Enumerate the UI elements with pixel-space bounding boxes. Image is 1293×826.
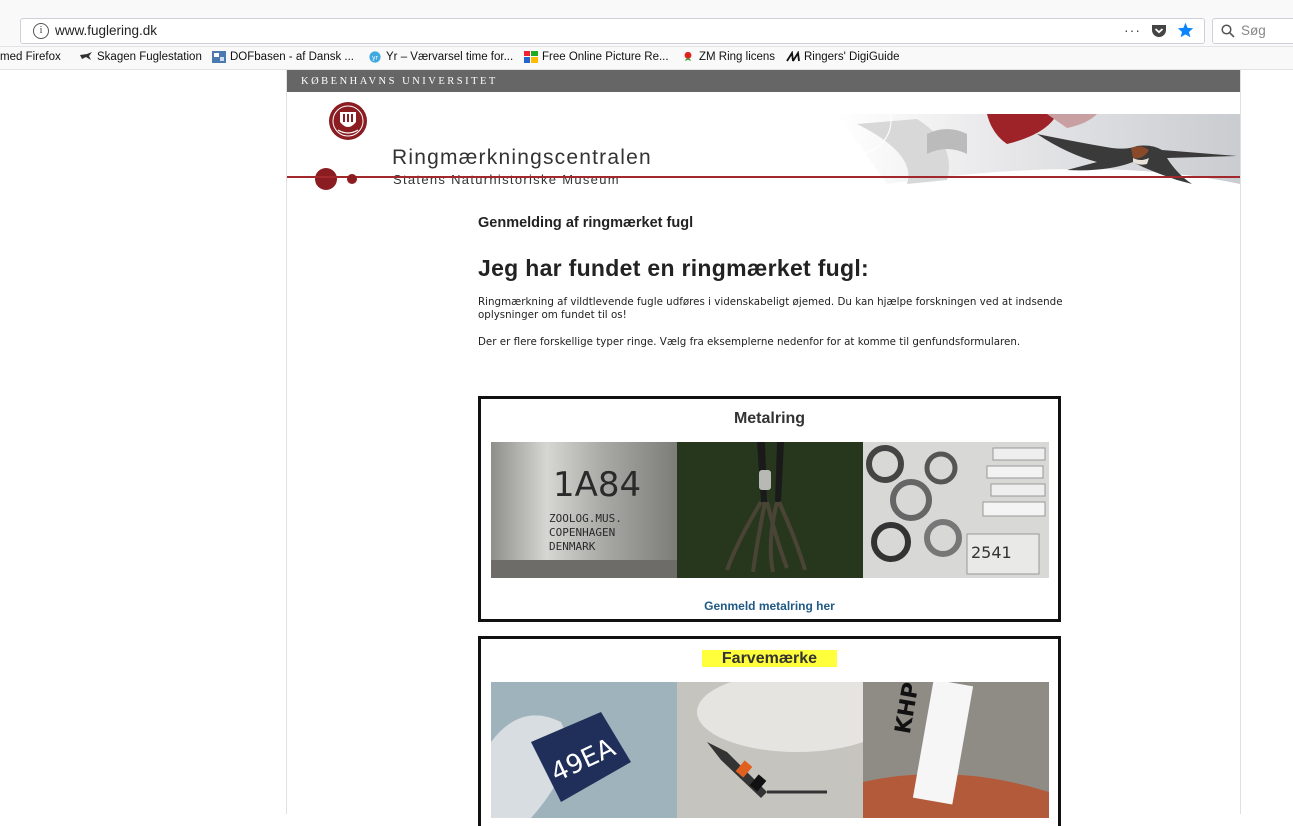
address-bar[interactable]: i www.fuglering.dk ···	[20, 18, 1205, 44]
leg-flag-photo[interactable]: KHP	[863, 682, 1049, 818]
main-content: Genmelding af ringmærket fugl Jeg har fu…	[478, 215, 1068, 349]
bird-icon	[80, 52, 92, 60]
bookmark-item-dofbasen[interactable]: DOFbasen - af Dansk ...	[212, 51, 354, 63]
search-placeholder[interactable]: Søg	[1241, 23, 1266, 38]
neck-collar-photo[interactable]: 49EA	[491, 682, 677, 818]
site-subtitle: Statens Naturhistoriske Museum	[393, 172, 620, 187]
instruction-paragraph: Der er flere forskellige typer ringe. Væ…	[478, 336, 1021, 348]
bookmark-item-picture[interactable]: Free Online Picture Re...	[524, 51, 669, 63]
ring-text-line: DENMARK	[549, 540, 596, 553]
decorative-dot	[315, 168, 337, 190]
ring-text-line: COPENHAGEN	[549, 526, 615, 539]
bookmark-label[interactable]: DOFbasen - af Dansk ...	[230, 51, 354, 63]
bookmark-label[interactable]: ZM Ring licens	[699, 51, 775, 63]
bookmark-label[interactable]: Ringers' DigiGuide	[804, 51, 900, 63]
page-title: Jeg har fundet en ringmærket fugl:	[478, 255, 870, 281]
url-text[interactable]: www.fuglering.dk	[55, 23, 157, 38]
bookmark-star-icon[interactable]	[1177, 22, 1194, 38]
ring-text-line: ZOOLOG.MUS.	[549, 512, 622, 525]
svg-text:yr: yr	[372, 55, 379, 62]
card-title-text: Metalring	[733, 410, 806, 427]
search-box[interactable]: Søg	[1212, 18, 1293, 44]
bookmark-item-firefox[interactable]: med Firefox	[0, 51, 61, 63]
url-actions: ···	[1124, 22, 1194, 38]
bookmark-label[interactable]: med Firefox	[0, 51, 61, 63]
card-title-text: Farvemærke	[701, 650, 838, 667]
search-icon	[1221, 24, 1235, 43]
report-metal-ring-link[interactable]: Genmeld metalring her	[481, 599, 1058, 613]
bookmark-item-digiguide[interactable]: Ringers' DigiGuide	[786, 51, 900, 63]
metal-ring-closeup-photo[interactable]: 1A84 ZOOLOG.MUS. COPENHAGEN DENMARK	[491, 442, 677, 578]
header-divider	[287, 176, 1240, 178]
bookmarks-toolbar: med Firefox Skagen Fuglestation DOFbasen…	[0, 47, 1293, 70]
page-kicker: Genmelding af ringmærket fugl	[478, 215, 694, 231]
card-title: Metalring	[481, 410, 1058, 428]
site-title[interactable]: Ringmærkningscentralen	[392, 146, 652, 170]
bird-leg-ring-photo[interactable]	[677, 442, 863, 578]
tag-number: 2541	[971, 543, 1012, 562]
web-page: KØBENHAVNS UNIVERSITET Ringmærkningscent…	[286, 70, 1241, 826]
pin-icon	[684, 51, 692, 61]
more-icon[interactable]: ···	[1124, 22, 1141, 38]
ring-number: 1A84	[553, 465, 641, 505]
bookmark-item-skagen[interactable]: Skagen Fuglestation	[79, 51, 202, 63]
university-band: KØBENHAVNS UNIVERSITET	[287, 70, 1240, 92]
color-ring-leg-photo[interactable]	[677, 682, 863, 818]
site-header: Ringmærkningscentralen Statens Naturhist…	[287, 92, 1240, 190]
pocket-icon[interactable]	[1151, 23, 1167, 38]
bookmark-item-yr[interactable]: yr Yr – Værvarsel time for...	[368, 51, 513, 63]
color-mark-card[interactable]: Farvemærke 49EA KHP	[478, 636, 1061, 826]
bookmark-label[interactable]: Skagen Fuglestation	[97, 51, 202, 63]
university-seal-logo[interactable]	[328, 100, 368, 147]
university-name[interactable]: KØBENHAVNS UNIVERSITET	[301, 76, 498, 87]
browser-toolbar: i www.fuglering.dk ··· Søg	[0, 0, 1293, 47]
bookmark-label[interactable]: Free Online Picture Re...	[542, 51, 669, 63]
metal-ring-card[interactable]: Metalring 1A84 ZOOLOG.MUS. COPENHAGEN DE…	[478, 396, 1061, 622]
yr-icon: yr	[369, 51, 381, 63]
decorative-dot	[347, 174, 357, 184]
swallow-banner-image	[822, 114, 1240, 184]
picture-icon	[524, 51, 538, 63]
intro-paragraph: Ringmærkning af vildtlevende fugle udfør…	[478, 296, 1063, 321]
dof-icon	[212, 51, 226, 63]
card-title: Farvemærke	[481, 650, 1058, 668]
info-icon[interactable]: i	[33, 23, 49, 39]
metal-rings-collection-photo[interactable]: 2541	[863, 442, 1049, 578]
digiguide-icon	[786, 51, 800, 62]
bookmark-item-zm-ring[interactable]: ZM Ring licens	[681, 51, 775, 63]
bookmark-label[interactable]: Yr – Værvarsel time for...	[386, 51, 513, 63]
